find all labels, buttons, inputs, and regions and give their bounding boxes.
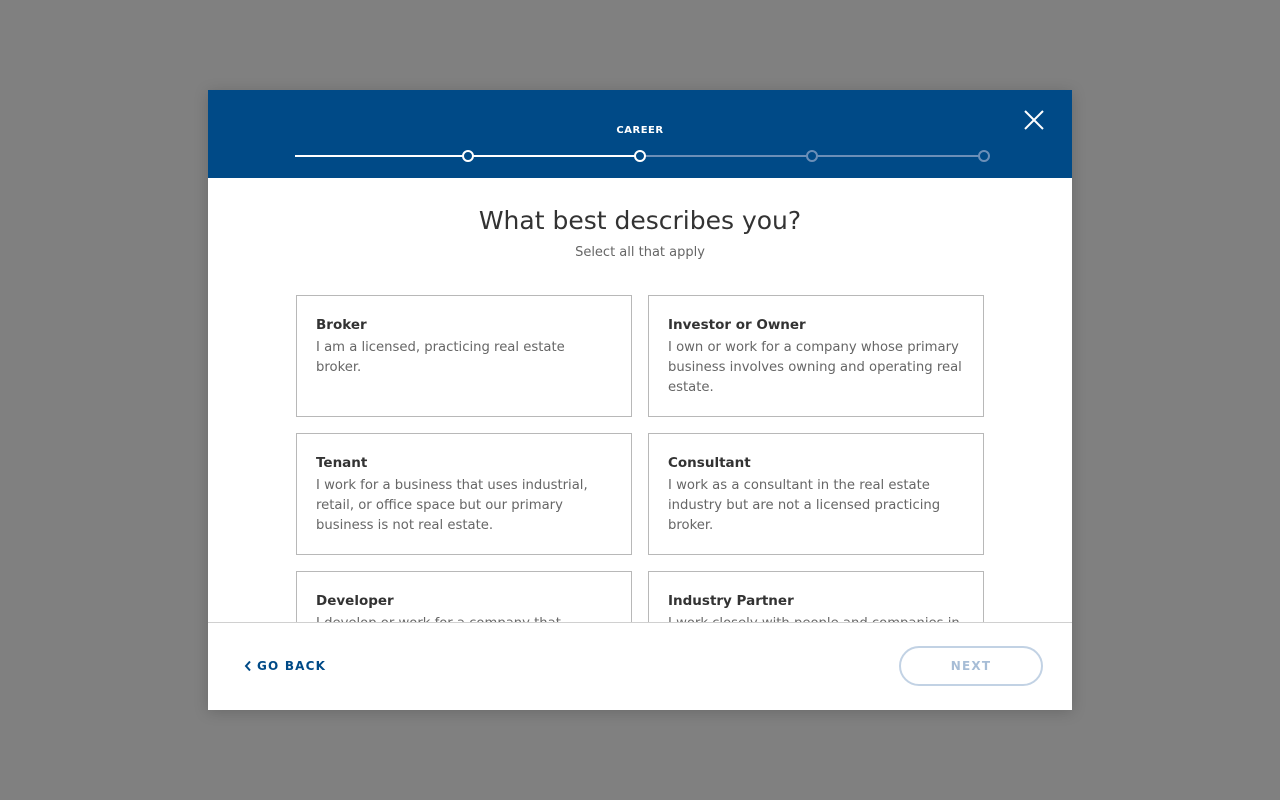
option-consultant[interactable]: Consultant I work as a consultant in the… <box>648 433 984 555</box>
go-back-label: GO BACK <box>257 659 327 673</box>
option-tenant[interactable]: Tenant I work for a business that uses i… <box>296 433 632 555</box>
option-developer[interactable]: Developer I develop or work for a compan… <box>296 571 632 622</box>
chevron-left-icon <box>244 660 251 672</box>
questionnaire-modal: CAREER What best describes you? Select a… <box>208 90 1072 710</box>
option-broker[interactable]: Broker I am a licensed, practicing real … <box>296 295 632 417</box>
option-title: Consultant <box>668 455 751 471</box>
page-subtitle: Select all that apply <box>575 245 705 260</box>
step-4-dot <box>806 150 818 162</box>
option-title: Tenant <box>316 455 368 471</box>
close-icon <box>1024 110 1044 130</box>
progress-stepper <box>295 150 990 162</box>
next-button[interactable]: NEXT <box>899 646 1043 686</box>
modal-footer: GO BACK NEXT <box>208 622 1072 710</box>
option-title: Developer <box>316 593 394 609</box>
close-button[interactable] <box>1020 106 1048 134</box>
option-description: I own or work for a company whose primar… <box>668 340 962 395</box>
step-2-dot <box>462 150 474 162</box>
go-back-button[interactable]: GO BACK <box>244 659 326 673</box>
option-title: Industry Partner <box>668 593 794 609</box>
option-description: I work as a consultant in the real estat… <box>668 478 941 533</box>
step-3-dot-current <box>634 150 646 162</box>
modal-header: CAREER <box>208 90 1072 178</box>
option-description: I develop or work for a company that <box>316 614 612 622</box>
modal-body: What best describes you? Select all that… <box>208 178 1072 622</box>
option-description: I work for a business that uses industri… <box>316 478 588 533</box>
option-description: I am a licensed, practicing real estate … <box>316 340 565 375</box>
option-industry-partner[interactable]: Industry Partner I work closely with peo… <box>648 571 984 622</box>
option-title: Investor or Owner <box>668 317 806 333</box>
page-title: What best describes you? <box>478 206 802 235</box>
option-title: Broker <box>316 317 367 333</box>
option-description: I work closely with people and companies… <box>668 614 964 622</box>
step-5-dot <box>978 150 990 162</box>
option-investor-or-owner[interactable]: Investor or Owner I own or work for a co… <box>648 295 984 417</box>
